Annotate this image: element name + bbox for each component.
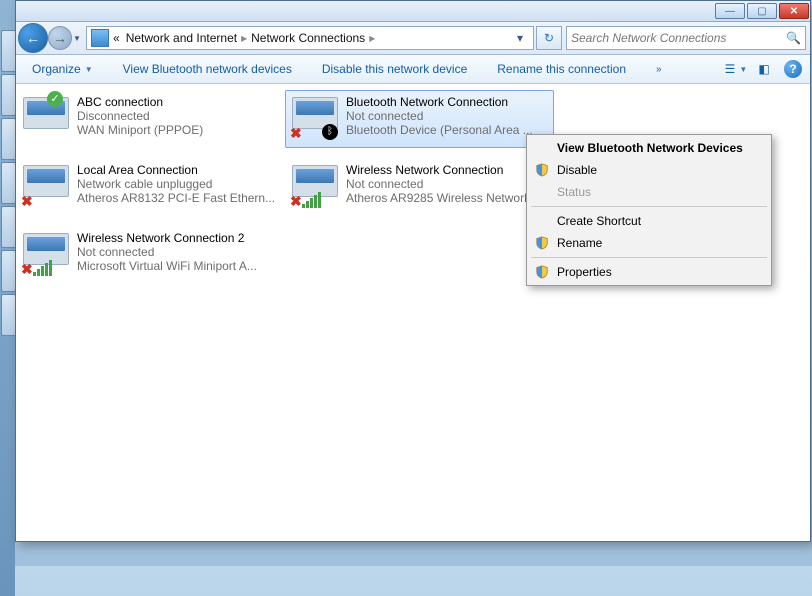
view-bluetooth-devices-button[interactable]: View Bluetooth network devices [115,59,300,79]
connection-icon: ✖ [292,163,340,207]
status-error-icon: ✖ [290,126,302,140]
toolbar-label: Disable this network device [322,62,467,76]
search-placeholder: Search Network Connections [571,31,726,45]
connection-item[interactable]: ✖ Wireless Network ConnectionNot connecte… [285,158,554,216]
bluetooth-icon: ᛒ [322,124,338,140]
connection-status: Not connected [346,109,533,123]
signal-icon [302,192,321,208]
context-menu-item: Status [529,181,769,203]
address-dropdown[interactable]: ▾ [511,31,529,45]
context-menu-label: Properties [557,265,612,279]
organize-label: Organize [32,62,81,76]
connections-list: ✓ABC connectionDisconnectedWAN Miniport … [16,84,810,541]
context-menu-label: Disable [557,163,597,177]
connection-text: Wireless Network ConnectionNot connected… [346,163,540,211]
connection-title: Wireless Network Connection 2 [77,231,257,245]
context-menu-label: Rename [557,236,602,250]
search-icon: 🔍 [786,31,801,45]
breadcrumb-item-1[interactable]: Network Connections [251,31,365,45]
context-menu-label: Status [557,185,591,199]
connection-icon: ✖ᛒ [292,95,340,139]
connection-status: Not connected [346,177,540,191]
connection-device: Atheros AR8132 PCI-E Fast Ethern... [77,191,275,205]
connection-title: Local Area Connection [77,163,275,177]
explorer-window: — ▢ ✕ ← → ▼ « Network and Internet ▸ Net… [15,0,811,542]
close-button[interactable]: ✕ [779,3,809,19]
connection-title: ABC connection [77,95,203,109]
status-error-icon: ✖ [21,194,33,208]
nav-history-dropdown[interactable]: ▼ [72,27,82,49]
uac-shield-icon [535,163,549,177]
rename-connection-button[interactable]: Rename this connection [489,59,634,79]
location-icon [91,29,109,47]
breadcrumb-sep: ▸ [241,31,247,45]
context-menu: View Bluetooth Network Devices Disable Sta… [526,134,772,286]
window-titlebar: — ▢ ✕ [16,1,810,22]
connection-item[interactable]: ✓ABC connectionDisconnectedWAN Miniport … [16,90,285,148]
disable-device-button[interactable]: Disable this network device [314,59,475,79]
help-button[interactable]: ? [784,60,802,78]
connection-title: Bluetooth Network Connection [346,95,533,109]
connection-icon: ✓ [23,95,71,139]
breadcrumb-prefix: « [113,31,120,45]
preview-pane-button[interactable]: ◧ [752,59,776,79]
connection-status: Not connected [77,245,257,259]
connection-text: Local Area ConnectionNetwork cable unplu… [77,163,275,211]
maximize-button[interactable]: ▢ [747,3,777,19]
context-menu-item[interactable]: Create Shortcut [529,210,769,232]
status-error-icon: ✖ [290,194,302,208]
uac-shield-icon [535,265,549,279]
connection-item[interactable]: ✖ Local Area ConnectionNetwork cable unpl… [16,158,285,216]
connection-device: Bluetooth Device (Personal Area ... [346,123,533,137]
connection-device: WAN Miniport (PPPOE) [77,123,203,137]
toolbar-overflow-chevron[interactable]: » [656,64,662,75]
chevron-down-icon: ▼ [739,65,747,74]
connection-status: Network cable unplugged [77,177,275,191]
view-options-button[interactable]: ☰▼ [724,59,748,79]
context-menu-item[interactable]: Disable [529,159,769,181]
context-menu-item[interactable]: Properties [529,261,769,283]
command-bar: Organize ▼ View Bluetooth network device… [16,55,810,84]
forward-button[interactable]: → [48,26,72,50]
connection-icon: ✖ [23,231,71,275]
signal-icon [33,260,52,276]
breadcrumb-item-0[interactable]: Network and Internet [126,31,237,45]
status-ok-icon: ✓ [47,91,63,107]
connection-text: Bluetooth Network ConnectionNot connecte… [346,95,533,143]
minimize-button[interactable]: — [715,3,745,19]
organize-button[interactable]: Organize ▼ [24,59,101,79]
connection-device: Microsoft Virtual WiFi Miniport A... [77,259,257,273]
connection-status: Disconnected [77,109,203,123]
context-menu-separator [531,206,767,207]
status-error-icon: ✖ [21,262,33,276]
context-menu-item[interactable]: Rename [529,232,769,254]
toolbar-label: Rename this connection [497,62,626,76]
connection-text: ABC connectionDisconnectedWAN Miniport (… [77,95,203,143]
context-menu-label: View Bluetooth Network Devices [557,141,743,155]
search-box[interactable]: Search Network Connections 🔍 [566,26,806,50]
connection-device: Atheros AR9285 Wireless Network... [346,191,540,205]
uac-shield-icon [535,236,549,250]
connection-item[interactable]: ✖ Wireless Network Connection 2Not connec… [16,226,285,284]
toolbar-label: View Bluetooth network devices [123,62,292,76]
context-menu-label: Create Shortcut [557,214,641,228]
connection-icon: ✖ [23,163,71,207]
breadcrumb-bar[interactable]: « Network and Internet ▸ Network Connect… [86,26,534,50]
desktop-taskbar-sliver [0,0,15,596]
address-row: ← → ▼ « Network and Internet ▸ Network C… [16,22,810,55]
refresh-button[interactable]: ↻ [536,26,562,50]
connection-text: Wireless Network Connection 2Not connect… [77,231,257,279]
context-menu-item[interactable]: View Bluetooth Network Devices [529,137,769,159]
chevron-down-icon: ▼ [85,65,93,74]
connection-title: Wireless Network Connection [346,163,540,177]
breadcrumb-sep: ▸ [369,31,375,45]
context-menu-separator [531,257,767,258]
back-button[interactable]: ← [18,23,48,53]
connection-item[interactable]: ✖ᛒBluetooth Network ConnectionNot connec… [285,90,554,148]
